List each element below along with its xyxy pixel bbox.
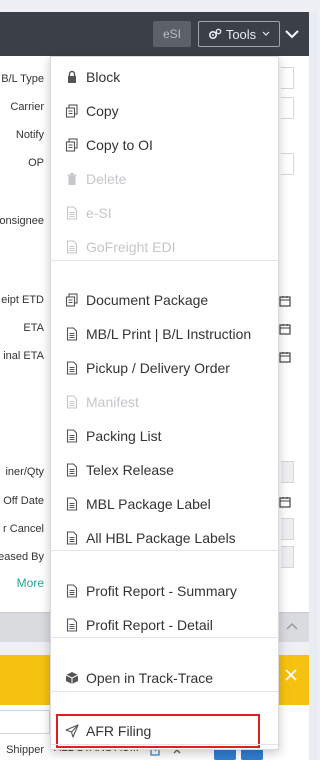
send-icon [65,724,79,738]
menu-item-label: Profit Report - Summary [86,583,237,599]
cube-icon [65,672,79,684]
label-off-date: Off Date [3,495,44,507]
label-carrier: Carrier [10,101,44,113]
menu-item-packing-list[interactable]: Packing List [51,422,278,450]
menu-item-label: Profit Report - Detail [86,617,213,633]
gears-icon [208,28,222,40]
file-icon [66,497,78,511]
menu-separator [51,691,278,692]
menu-item-delete: Delete [51,165,278,193]
copy-icon [65,138,78,152]
menu-item-label: e-SI [86,205,112,221]
carrier-select[interactable] [281,97,294,119]
menu-item-label: AFR Filing [86,723,152,739]
panel-header: eSI Tools [0,12,309,56]
label-eta: ETA [23,322,44,334]
chevron-down-icon [262,31,270,36]
calendar-icon[interactable] [279,351,291,363]
menu-item-label: MB/L Print | B/L Instruction [86,326,252,342]
menu-item-label: All HBL Package Labels [86,530,236,546]
menu-item-label: MBL Package Label [86,496,211,512]
menu-item-label: Pickup / Delivery Order [86,360,230,376]
calendar-icon[interactable] [279,295,291,307]
tools-label: Tools [225,26,257,42]
file-icon [66,429,78,443]
menu-item-label: Packing List [86,428,162,444]
label-shipper: Shipper [6,744,44,756]
collapse-chevron-icon[interactable] [283,26,301,42]
menu-separator [51,637,278,638]
right-gutter [309,12,318,760]
file-icon [66,584,78,598]
label-bl-type: B/L Type [1,73,44,85]
menu-item-manifest: Manifest [51,388,278,416]
menu-item-label: GoFreight EDI [86,239,176,255]
menu-item-label: Manifest [86,394,139,410]
menu-item-label: Copy [86,103,119,119]
menu-item-all-hbl-package-labels[interactable]: All HBL Package Labels [51,524,278,552]
menu-separator [51,260,278,261]
calendar-icon[interactable] [279,496,291,508]
menu-item-open-in-track-trace[interactable]: Open in Track-Trace [51,664,278,692]
trash-icon [67,173,77,185]
file-icon [66,327,78,341]
menu-item-afr-filing[interactable]: AFR Filing [56,714,260,748]
label-released-by: eased By [0,551,44,563]
file-icon [66,618,78,632]
menu-item-copy-to-oi[interactable]: Copy to OI [51,131,278,159]
label-consignee: onsignee [0,215,44,227]
menu-item-label: Open in Track-Trace [86,670,214,686]
copy-icon [65,293,78,307]
tools-button[interactable]: Tools [198,21,280,47]
chevron-up-icon[interactable] [285,620,299,632]
label-cancel: r Cancel [3,523,44,535]
menu-item-telex-release[interactable]: Telex Release [51,456,278,484]
menu-item-profit-report-detail[interactable]: Profit Report - Detail [51,611,278,639]
menu-item-mbl-package-label[interactable]: MBL Package Label [51,490,278,518]
label-container-qty: iner/Qty [5,466,44,478]
bottom-input[interactable] [0,710,50,734]
file-icon [66,240,78,254]
close-icon[interactable] [284,668,298,682]
menu-item-label: Telex Release [86,462,174,478]
menu-item-document-package[interactable]: Document Package [51,286,278,314]
esi-button[interactable]: eSI [153,21,191,47]
menu-item-copy[interactable]: Copy [51,97,278,125]
label-receipt-etd: eipt ETD [1,294,44,306]
op-select[interactable] [281,153,294,175]
file-icon [66,395,78,409]
file-icon [66,531,78,545]
label-notify: Notify [15,129,44,141]
released-by-field [281,546,294,568]
menu-separator [51,744,278,745]
file-icon [66,206,78,220]
menu-item-label: Block [86,69,121,85]
menu-item-label: Delete [86,171,127,187]
copy-icon [65,104,78,118]
menu-item-block[interactable]: Block [51,63,278,91]
cancel-select [281,518,294,540]
label-op: OP [28,157,44,169]
menu-item-profit-report-summary[interactable]: Profit Report - Summary [51,577,278,605]
menu-item-label: Document Package [86,292,209,308]
file-icon [66,463,78,477]
tools-dropdown-menu: Block Copy Copy to OI Delete e-SI GoFreight E… [50,56,279,750]
label-final-eta: inal ETA [3,350,44,362]
top-strip [0,0,318,12]
menu-item-pickup-delivery-order[interactable]: Pickup / Delivery Order [51,354,278,382]
menu-item-mb-l-print-b-l-instruction[interactable]: MB/L Print | B/L Instruction [51,320,278,348]
menu-item-gofreight-edi: GoFreight EDI [51,233,278,261]
bl-type-select[interactable] [281,67,294,89]
container-qty-field [281,461,294,483]
more-link[interactable]: More [0,576,44,590]
file-icon [66,361,78,375]
lock-icon [68,70,76,83]
menu-separator [51,550,278,551]
calendar-icon[interactable] [279,323,291,335]
menu-item-label: Copy to OI [86,137,153,153]
menu-item-e-si: e-SI [51,199,278,227]
